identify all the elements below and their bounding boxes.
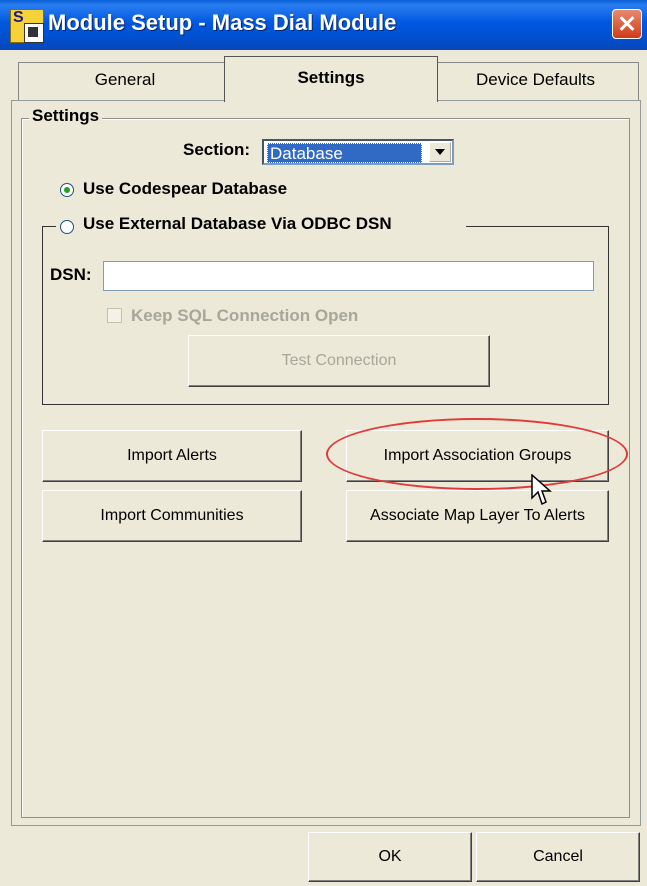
keep-sql-checkbox[interactable]: [107, 308, 122, 323]
cursor-icon: [531, 474, 552, 506]
dsn-label: DSN:: [50, 265, 92, 284]
import-communities-button[interactable]: Import Communities: [42, 490, 302, 542]
associate-map-layer-button[interactable]: Associate Map Layer To Alerts: [346, 490, 609, 542]
ok-button[interactable]: OK: [308, 832, 472, 882]
tab-settings[interactable]: Settings: [224, 56, 438, 102]
app-icon-glyph: S: [13, 9, 24, 26]
tab-general[interactable]: General: [18, 62, 232, 102]
close-icon[interactable]: [612, 9, 642, 39]
cancel-button[interactable]: Cancel: [476, 832, 640, 882]
keep-sql-label: Keep SQL Connection Open: [131, 306, 359, 325]
app-icon-mark: [24, 23, 44, 43]
window-title: Module Setup - Mass Dial Module: [48, 10, 397, 35]
settings-group-label: Settings: [29, 106, 103, 126]
dsn-input[interactable]: [103, 261, 594, 291]
section-label: Section:: [183, 140, 251, 159]
test-connection-button[interactable]: Test Connection: [188, 335, 490, 387]
tab-device-defaults[interactable]: Device Defaults: [432, 62, 639, 102]
use-codespear-radio[interactable]: [60, 183, 74, 197]
use-external-radio[interactable]: [60, 220, 74, 234]
highlight-annotation: [326, 418, 628, 490]
import-alerts-button[interactable]: Import Alerts: [42, 430, 302, 482]
chevron-down-icon[interactable]: [429, 142, 451, 162]
section-select[interactable]: Database: [262, 139, 454, 165]
use-codespear-label[interactable]: Use Codespear Database: [83, 179, 287, 199]
use-external-label[interactable]: Use External Database Via ODBC DSN: [83, 214, 392, 234]
section-selected-value: Database: [267, 143, 422, 163]
app-icon: S: [10, 9, 44, 43]
